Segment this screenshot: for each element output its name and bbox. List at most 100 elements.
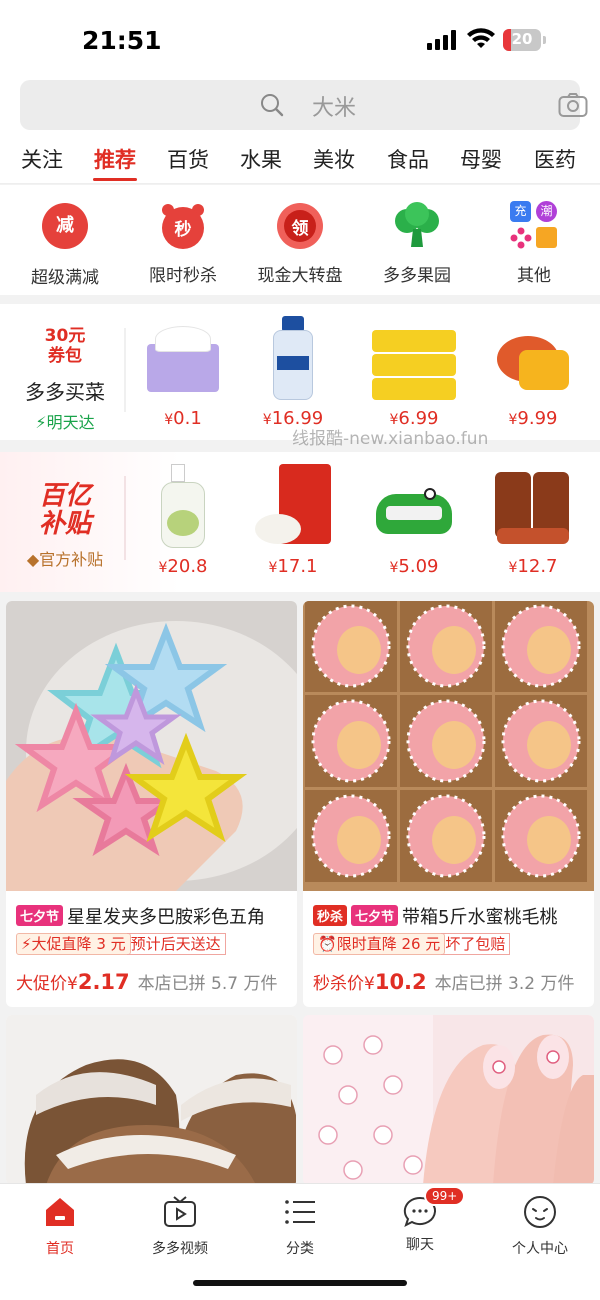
damage-guarantee: 坏了包赔 bbox=[441, 933, 511, 955]
subsidy-subtitle: ◆官方补贴 bbox=[26, 550, 104, 569]
nav-label: 首页 bbox=[46, 1241, 74, 1257]
delivery-estimate: 预计后天送达 bbox=[126, 933, 226, 955]
mango-image bbox=[491, 316, 575, 400]
alarm-clock-icon: ⏰ bbox=[318, 935, 337, 953]
tab-recommend[interactable]: 推荐 bbox=[94, 144, 136, 174]
sold-count: 本店已拼 5.7 万件 bbox=[137, 974, 278, 994]
lightning-icon: ⚡ bbox=[35, 413, 47, 432]
maicai-subtitle: ⚡明天达 bbox=[35, 413, 95, 432]
maicai-product[interactable]: ¥0.1 bbox=[128, 304, 238, 429]
quick-entry-orchard[interactable]: 多多果园 bbox=[362, 201, 472, 286]
quick-entry-flash-sale[interactable]: 秒 限时秒杀 bbox=[128, 201, 238, 286]
watermark-text: 线报酷-new.xianbao.fun bbox=[292, 429, 489, 449]
nav-video[interactable]: 多多视频 bbox=[120, 1194, 240, 1258]
taro-photo bbox=[6, 1015, 297, 1185]
subsidy-product[interactable]: ¥20.8 bbox=[128, 452, 238, 577]
quick-entry-more[interactable]: 充 潮 其他 bbox=[479, 201, 589, 286]
product-price: ¥12.7 bbox=[508, 556, 558, 577]
product-title: 秒杀 七夕节 带箱5斤水蜜桃毛桃 bbox=[313, 903, 557, 929]
nav-home[interactable]: 首页 bbox=[0, 1194, 120, 1258]
tab-general-goods[interactable]: 百货 bbox=[167, 144, 209, 174]
maicai-product[interactable]: ¥16.99 bbox=[238, 304, 348, 429]
profile-icon bbox=[524, 1196, 556, 1228]
maicai-product[interactable]: ¥6.99 bbox=[359, 304, 469, 429]
discount-icon: 减 bbox=[40, 203, 90, 253]
status-bar: 21:51 20 bbox=[0, 0, 600, 80]
tab-maternal-baby[interactable]: 母婴 bbox=[460, 144, 502, 174]
tab-food[interactable]: 食品 bbox=[387, 144, 429, 174]
maicai-header: 30元 券包 多多买菜 ⚡明天达 bbox=[0, 326, 130, 433]
product-price: ¥0.1 bbox=[164, 408, 202, 429]
nav-chat[interactable]: 99+ 聊天 bbox=[360, 1186, 480, 1254]
quick-entry-label: 其他 bbox=[517, 266, 551, 286]
price-drop-badge: ⚡大促直降 3 元 bbox=[16, 933, 131, 955]
quick-entry-row: 减 超级满减 秒 限时秒杀 领 现金大转盘 多多果园 充 潮 其他 bbox=[0, 185, 600, 295]
home-icon bbox=[46, 1198, 74, 1226]
subsidy-product[interactable]: ¥5.09 bbox=[359, 452, 469, 577]
nav-categories[interactable]: 分类 bbox=[240, 1194, 360, 1258]
product-card[interactable] bbox=[303, 1015, 594, 1185]
tab-medicine[interactable]: 医药 bbox=[534, 144, 576, 174]
sold-count: 本店已拼 3.2 万件 bbox=[434, 974, 575, 994]
category-list-icon bbox=[285, 1200, 315, 1224]
product-price: ¥17.1 bbox=[268, 556, 318, 577]
quick-entry-lucky-wheel[interactable]: 领 现金大转盘 bbox=[245, 201, 355, 286]
camera-icon[interactable] bbox=[558, 92, 588, 118]
home-indicator[interactable] bbox=[193, 1280, 407, 1286]
peaches-in-box-photo bbox=[303, 601, 594, 891]
diamond-icon: ◆ bbox=[26, 550, 40, 569]
quick-entry-label: 限时秒杀 bbox=[149, 266, 217, 286]
product-title: 七夕节 星星发夹多巴胺彩色五角 bbox=[16, 903, 265, 929]
wet-wipes-image bbox=[372, 316, 456, 400]
subsidy-product[interactable]: ¥12.7 bbox=[478, 452, 588, 577]
product-card[interactable]: 七夕节 星星发夹多巴胺彩色五角 ⚡大促直降 3 元预计后天送达 大促价¥2.17 本… bbox=[6, 601, 297, 1007]
product-card[interactable]: 秒杀 七夕节 带箱5斤水蜜桃毛桃 ⏰限时直降 26 元坏了包赔 秒杀价¥10.2 本店… bbox=[303, 601, 594, 1007]
nav-profile[interactable]: 个人中心 bbox=[480, 1194, 600, 1258]
chat-icon: 99+ bbox=[402, 1186, 466, 1230]
price-drop-badge: ⏰限时直降 26 元 bbox=[313, 933, 446, 955]
tab-fruit[interactable]: 水果 bbox=[240, 144, 282, 174]
qixi-tag: 七夕节 bbox=[351, 905, 399, 926]
orchard-tree-icon bbox=[392, 201, 442, 251]
nav-label: 个人中心 bbox=[512, 1241, 568, 1257]
billion-subsidy-banner[interactable]: 百亿 补贴 ◆官方补贴 ¥20.8 ¥17.1 ¥5.09 ¥12.7 bbox=[0, 452, 600, 592]
search-bar: 大米 bbox=[0, 80, 600, 132]
handwash-bottle-image bbox=[141, 464, 225, 548]
cellular-signal-icon bbox=[427, 30, 456, 50]
maicai-title: 多多买菜 bbox=[25, 380, 105, 404]
subsidy-header: 百亿 补贴 ◆官方补贴 bbox=[0, 482, 130, 570]
product-price: ¥5.09 bbox=[389, 556, 439, 577]
quick-entry-label: 现金大转盘 bbox=[257, 266, 343, 286]
category-tabs: 关注 推荐 百货 水果 美妆 食品 母婴 医药 bbox=[0, 132, 600, 184]
product-price: ¥20.8 bbox=[158, 556, 208, 577]
search-icon bbox=[261, 94, 284, 117]
nail-stickers-photo bbox=[303, 1015, 594, 1185]
quick-entry-super-discount[interactable]: 减 超级满减 bbox=[10, 201, 120, 288]
flash-sale-clock-icon: 秒 bbox=[158, 201, 208, 251]
status-time: 21:51 bbox=[82, 26, 162, 55]
active-tab-indicator bbox=[93, 178, 137, 181]
lucky-wheel-icon: 领 bbox=[275, 201, 325, 251]
search-input[interactable]: 大米 bbox=[20, 80, 588, 130]
tab-follow[interactable]: 关注 bbox=[21, 144, 63, 174]
star-hairclips-photo bbox=[6, 601, 297, 891]
quick-entry-label: 多多果园 bbox=[383, 266, 451, 286]
duoduo-maicai-banner[interactable]: 30元 券包 多多买菜 ⚡明天达 ¥0.1 ¥16.99 ¥6.99 ¥9.99 bbox=[0, 304, 600, 440]
quick-entry-label: 超级满减 bbox=[31, 268, 99, 288]
product-price: 10.2 bbox=[374, 970, 427, 994]
maicai-product[interactable]: ¥9.99 bbox=[478, 304, 588, 429]
more-apps-icon: 充 潮 bbox=[509, 201, 559, 251]
shampoo-bottle-image bbox=[251, 316, 335, 400]
flash-sale-tag: 秒杀 bbox=[313, 905, 348, 926]
coupon-amount: 30元 bbox=[44, 326, 86, 346]
subsidy-product[interactable]: ¥17.1 bbox=[238, 452, 348, 577]
tissue-box-image bbox=[141, 316, 225, 400]
nav-label: 聊天 bbox=[406, 1237, 434, 1253]
promo-badge: ⚡大促直降 3 元预计后天送达 bbox=[16, 933, 226, 955]
tab-beauty[interactable]: 美妆 bbox=[313, 144, 355, 174]
unread-badge: 99+ bbox=[424, 1186, 466, 1206]
product-card[interactable] bbox=[6, 1015, 297, 1185]
crocodile-toy-image bbox=[372, 464, 456, 548]
subsidy-title-line1: 百亿 bbox=[38, 481, 91, 511]
lightning-icon: ⚡ bbox=[21, 935, 32, 953]
